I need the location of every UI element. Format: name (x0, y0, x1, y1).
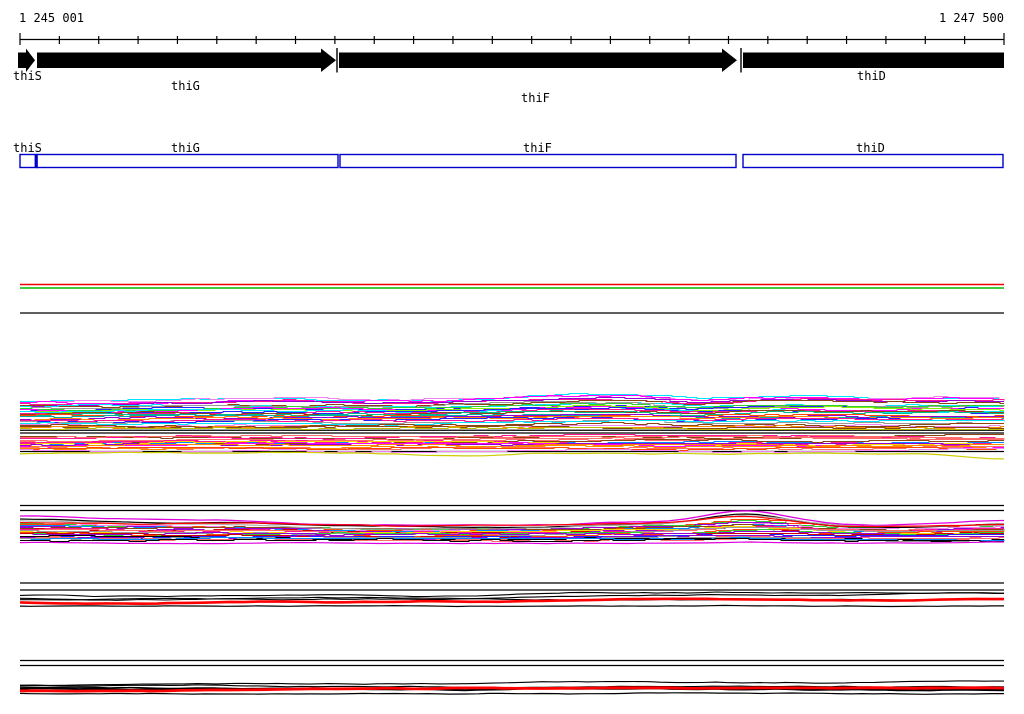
gene-label-thiG: thiG (171, 79, 200, 93)
scene-canvas (18, 33, 1005, 695)
gene-arrow-thiG[interactable] (37, 48, 336, 73)
wiggle-line (19, 680, 1005, 686)
annotation-box-thiS[interactable] (19, 153, 38, 169)
alignment-bundle-lower (19, 433, 1005, 460)
wiggle-line (19, 692, 1004, 695)
gene-arrow-thiD[interactable] (743, 52, 1004, 69)
wiggle-line (19, 591, 1004, 598)
annotation-label-thiG: thiG (171, 141, 200, 155)
annotation-track (19, 153, 1004, 169)
gene-label-thiS: thiS (13, 69, 42, 83)
alignment-bundle-upper (20, 392, 1005, 431)
gene-label-thiD: thiD (857, 69, 886, 83)
coordinate-ruler (19, 33, 1005, 45)
genome-browser-view: 1 245 001 1 247 500 thiS thiG thiF thiD thiS… (0, 0, 1024, 714)
annotation-label-thiF: thiF (523, 141, 552, 155)
wiggle-line (19, 541, 1004, 545)
annotation-label-thiS: thiS (13, 141, 42, 155)
wiggle-line (19, 451, 1005, 460)
alignment-bundle-middle (19, 510, 1005, 545)
annotation-box-thiF[interactable] (339, 153, 737, 169)
wiggle-line (19, 604, 1004, 608)
similarity-track-upper (19, 591, 1004, 608)
gene-arrow-thiF[interactable] (339, 48, 737, 73)
annotation-label-thiD: thiD (856, 141, 885, 155)
gene-label-thiF: thiF (521, 91, 550, 105)
annotation-box-thiG[interactable] (36, 153, 339, 169)
similarity-track-lower (19, 680, 1005, 695)
annotation-box-thiD[interactable] (742, 153, 1004, 169)
